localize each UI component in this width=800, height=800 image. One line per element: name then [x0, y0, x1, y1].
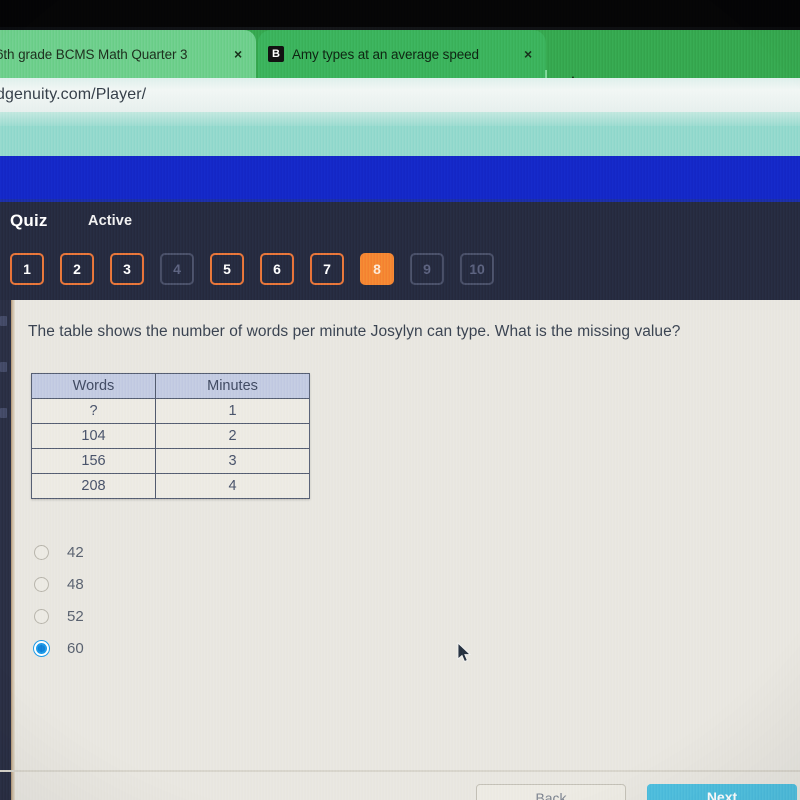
table-row: 104 2	[31, 423, 310, 449]
question-number-5[interactable]: 5	[210, 253, 244, 285]
quiz-title: Quiz	[10, 211, 48, 230]
page-toolbar-highlight	[0, 112, 800, 126]
close-icon[interactable]: ×	[524, 46, 536, 62]
sidebar-mark	[0, 362, 7, 372]
answer-option-2[interactable]: 48	[34, 568, 84, 600]
answer-option-label: 60	[67, 639, 84, 657]
mouse-cursor-icon	[457, 642, 472, 663]
table-cell-minutes: 3	[155, 448, 310, 474]
table-row: 156 3	[31, 448, 310, 474]
question-number-9: 9	[410, 253, 444, 285]
browser-tab-title: 6th grade BCMS Math Quarter 3	[0, 46, 188, 62]
back-button[interactable]: Back	[476, 784, 626, 800]
sidebar-mark	[0, 316, 7, 326]
url-text: dgenuity.com/Player/	[0, 86, 147, 103]
question-text: The table shows the number of words per …	[28, 323, 681, 340]
table-header-minutes: Minutes	[155, 373, 310, 399]
answer-option-3[interactable]: 52	[34, 600, 84, 632]
table-cell-minutes: 1	[155, 398, 310, 424]
radio-button-icon[interactable]	[34, 544, 49, 560]
question-number-6[interactable]: 6	[260, 253, 294, 285]
browser-tab-active[interactable]: B Amy types at an average speed ×	[258, 30, 546, 78]
data-table: Words Minutes ? 1 104 2 156 3 208 4	[31, 373, 310, 499]
table-row: ? 1	[31, 398, 310, 424]
table-cell-minutes: 4	[155, 473, 310, 499]
answer-option-4[interactable]: 60	[34, 632, 84, 664]
sidebar-mark	[0, 408, 7, 418]
table-header-row: Words Minutes	[31, 373, 310, 399]
question-number-3[interactable]: 3	[110, 253, 144, 285]
question-number-7[interactable]: 7	[310, 253, 344, 285]
table-row: 208 4	[31, 473, 310, 499]
browser-tab-strip: 6th grade BCMS Math Quarter 3 × B Amy ty…	[0, 30, 800, 96]
content-left-edge	[11, 300, 15, 800]
browser-tab-inactive[interactable]: 6th grade BCMS Math Quarter 3 ×	[0, 30, 256, 78]
answer-option-1[interactable]: 42	[34, 536, 84, 568]
brand-band	[0, 156, 800, 202]
question-number-2[interactable]: 2	[60, 253, 94, 285]
question-number-1[interactable]: 1	[10, 253, 44, 285]
table-cell-words: 156	[31, 448, 156, 474]
monitor-bezel-top	[0, 0, 800, 30]
answer-option-label: 48	[67, 575, 84, 593]
question-number-10: 10	[460, 253, 494, 285]
radio-button-icon[interactable]	[34, 576, 49, 592]
question-number-8[interactable]: 8	[360, 253, 394, 285]
answer-options-list: 42 48 52 60	[34, 536, 84, 664]
close-icon[interactable]: ×	[234, 46, 246, 62]
radio-button-icon[interactable]	[34, 608, 49, 624]
browser-tab-title: Amy types at an average speed	[292, 46, 479, 62]
answer-option-label: 52	[67, 607, 84, 625]
table-cell-minutes: 2	[155, 423, 310, 449]
answer-option-label: 42	[67, 543, 84, 561]
table-header-words: Words	[31, 373, 156, 399]
quiz-status-label: Active	[88, 213, 133, 229]
left-sidebar-strip	[0, 300, 11, 800]
next-button[interactable]: Next	[647, 784, 797, 800]
radio-button-icon-selected[interactable]	[34, 640, 49, 656]
table-cell-words: 104	[31, 423, 156, 449]
favicon-icon: B	[268, 46, 284, 62]
question-number-4: 4	[160, 253, 194, 285]
favicon-letter: B	[272, 47, 280, 60]
table-cell-words: ?	[31, 398, 156, 424]
question-number-nav: 1 2 3 4 5 6 7 8 9 10	[10, 253, 494, 285]
table-cell-words: 208	[31, 473, 156, 499]
